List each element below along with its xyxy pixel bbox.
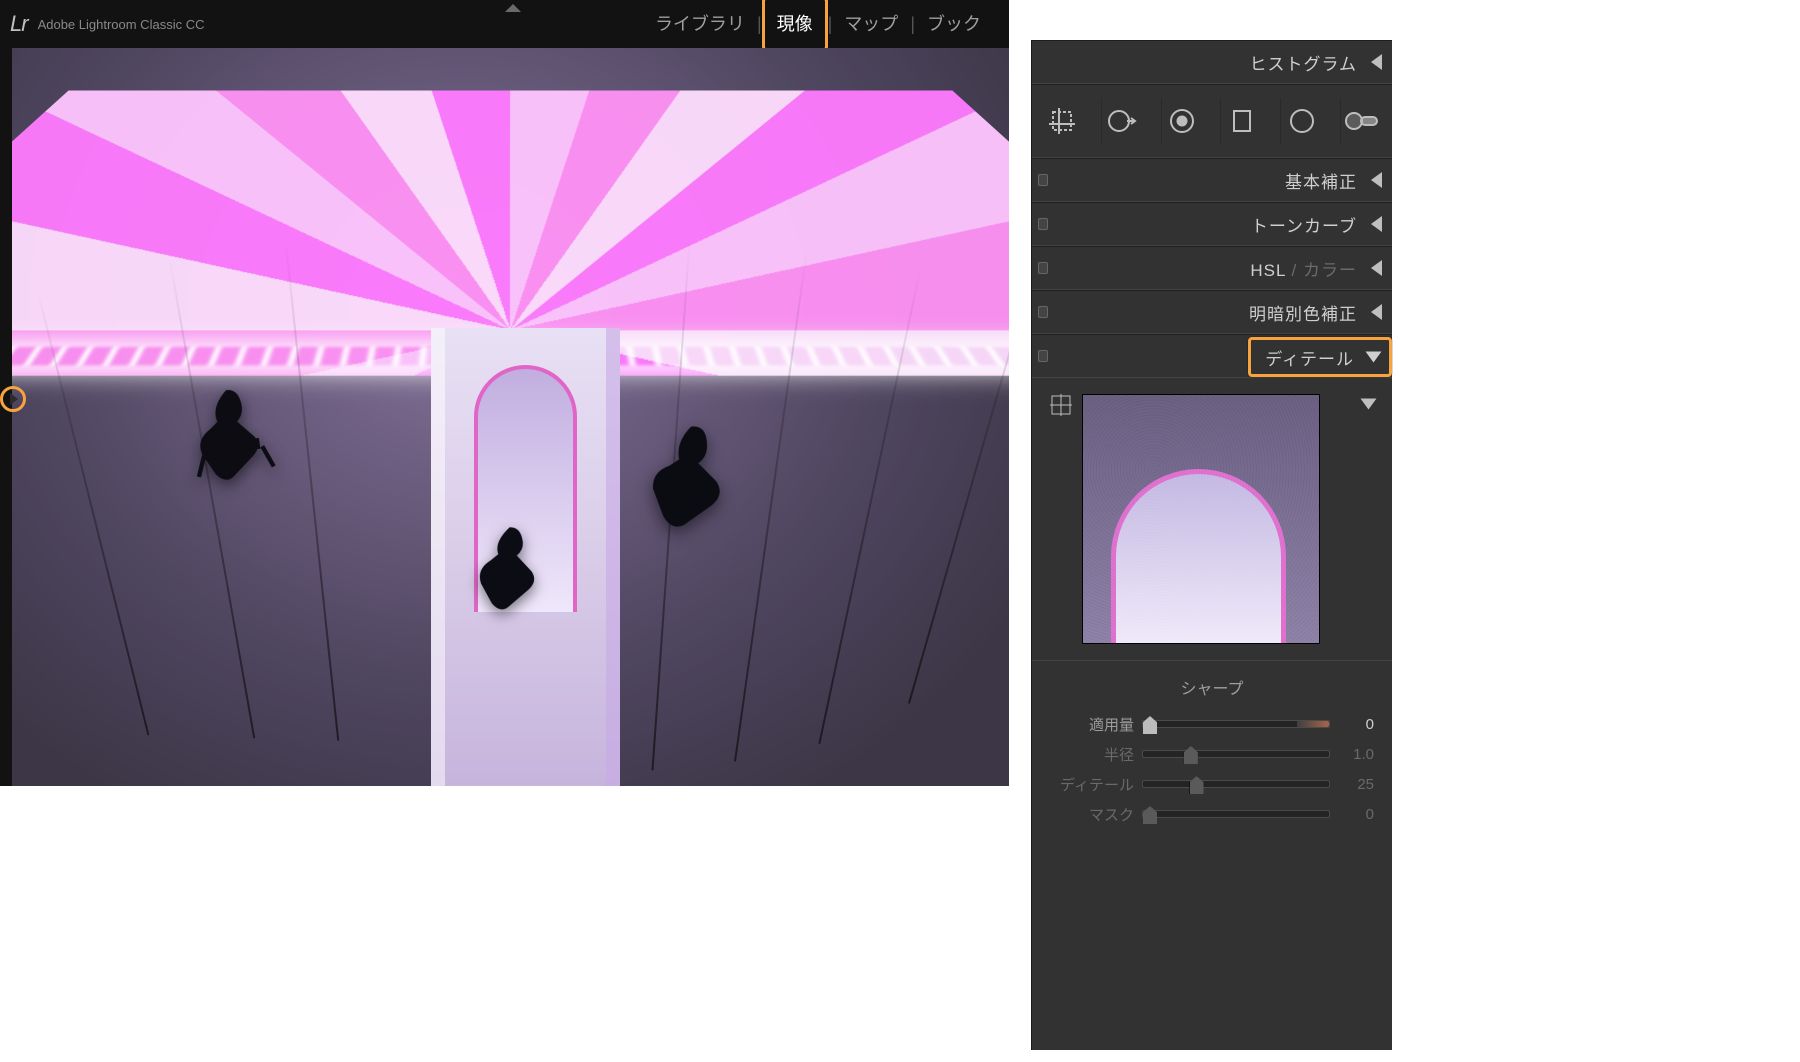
panel-title: 基本補正 [1285,168,1357,193]
panel-split-toning[interactable]: 明暗別色補正 [1032,290,1392,334]
panel-title: 明暗別色補正 [1249,300,1357,325]
radius-slider[interactable] [1142,750,1330,758]
disclosure-triangle-icon [1371,260,1382,276]
module-develop[interactable]: 現像 [762,0,828,51]
disclosure-triangle-icon [1371,216,1382,232]
panel-title: HSL / カラー [1250,256,1357,281]
develop-right-panel: ヒストグラム 基本補正 トーンカーブ HSL [1032,40,1392,1050]
photo-canvas [12,48,1009,786]
detail-slider[interactable] [1142,780,1330,788]
detail-preview-picker-icon[interactable] [1050,394,1072,416]
disclosure-triangle-icon [1366,352,1382,363]
panel-title: トーンカーブ [1251,212,1357,237]
panel-title: ディテール [1265,345,1354,370]
panel-switch[interactable] [1038,218,1048,230]
panel-title: ヒストグラム [1250,50,1358,75]
detail-preview-toggle-icon[interactable] [1361,399,1377,410]
silhouette-rider [458,513,563,618]
left-panel-reveal-handle[interactable] [0,386,26,412]
slider-masking: マスク 0 [1050,799,1374,829]
module-picker: ライブラリ | 現像 | マップ | ブック [643,0,999,48]
silhouette-rider [171,372,293,494]
reveal-top-panel-caret[interactable] [505,4,521,12]
panel-switch[interactable] [1038,350,1048,362]
slider-radius: 半径 1.0 [1050,739,1374,769]
panel-switch[interactable] [1038,306,1048,318]
app-identity: Lr Adobe Lightroom Classic CC [10,11,204,37]
red-eye-tool[interactable] [1161,98,1203,144]
module-map[interactable]: マップ [832,0,910,48]
panel-histogram[interactable]: ヒストグラム [1032,40,1392,84]
group-title: シャープ [1050,675,1374,699]
silhouette-rider [626,413,754,541]
slider-amount: 適用量 0 [1050,709,1374,739]
detail-preview [1032,378,1392,661]
radial-filter-tool[interactable] [1280,98,1322,144]
lightroom-window: Lr Adobe Lightroom Classic CC ライブラリ | 現像… [0,0,1009,786]
disclosure-triangle-icon [1371,304,1382,320]
lightroom-logo: Lr [10,11,28,37]
disclosure-triangle-icon [1371,54,1382,70]
spot-removal-tool[interactable] [1101,98,1143,144]
panel-detail[interactable]: ディテール [1032,334,1392,378]
panel-hsl-color[interactable]: HSL / カラー [1032,246,1392,290]
panel-switch[interactable] [1038,174,1048,186]
amount-slider[interactable] [1142,720,1330,728]
app-title: Adobe Lightroom Classic CC [38,17,205,32]
adjustment-brush-tool[interactable] [1340,98,1382,144]
panel-tone-curve[interactable]: トーンカーブ [1032,202,1392,246]
crop-tool[interactable] [1042,98,1083,144]
module-library[interactable]: ライブラリ [643,0,757,48]
local-adjustment-toolstrip [1032,84,1392,158]
panel-basic[interactable]: 基本補正 [1032,158,1392,202]
sharpening-group: シャープ 適用量 0 半径 1.0 ディテール 25 マスク 0 [1032,661,1392,835]
module-book[interactable]: ブック [915,0,993,48]
graduated-filter-tool[interactable] [1220,98,1262,144]
photo-preview-area[interactable] [12,48,1009,786]
masking-slider[interactable] [1142,810,1330,818]
detail-preview-thumb[interactable] [1082,394,1320,644]
panel-switch[interactable] [1038,262,1048,274]
slider-detail: ディテール 25 [1050,769,1374,799]
separator: | [757,14,762,35]
disclosure-triangle-icon [1371,172,1382,188]
